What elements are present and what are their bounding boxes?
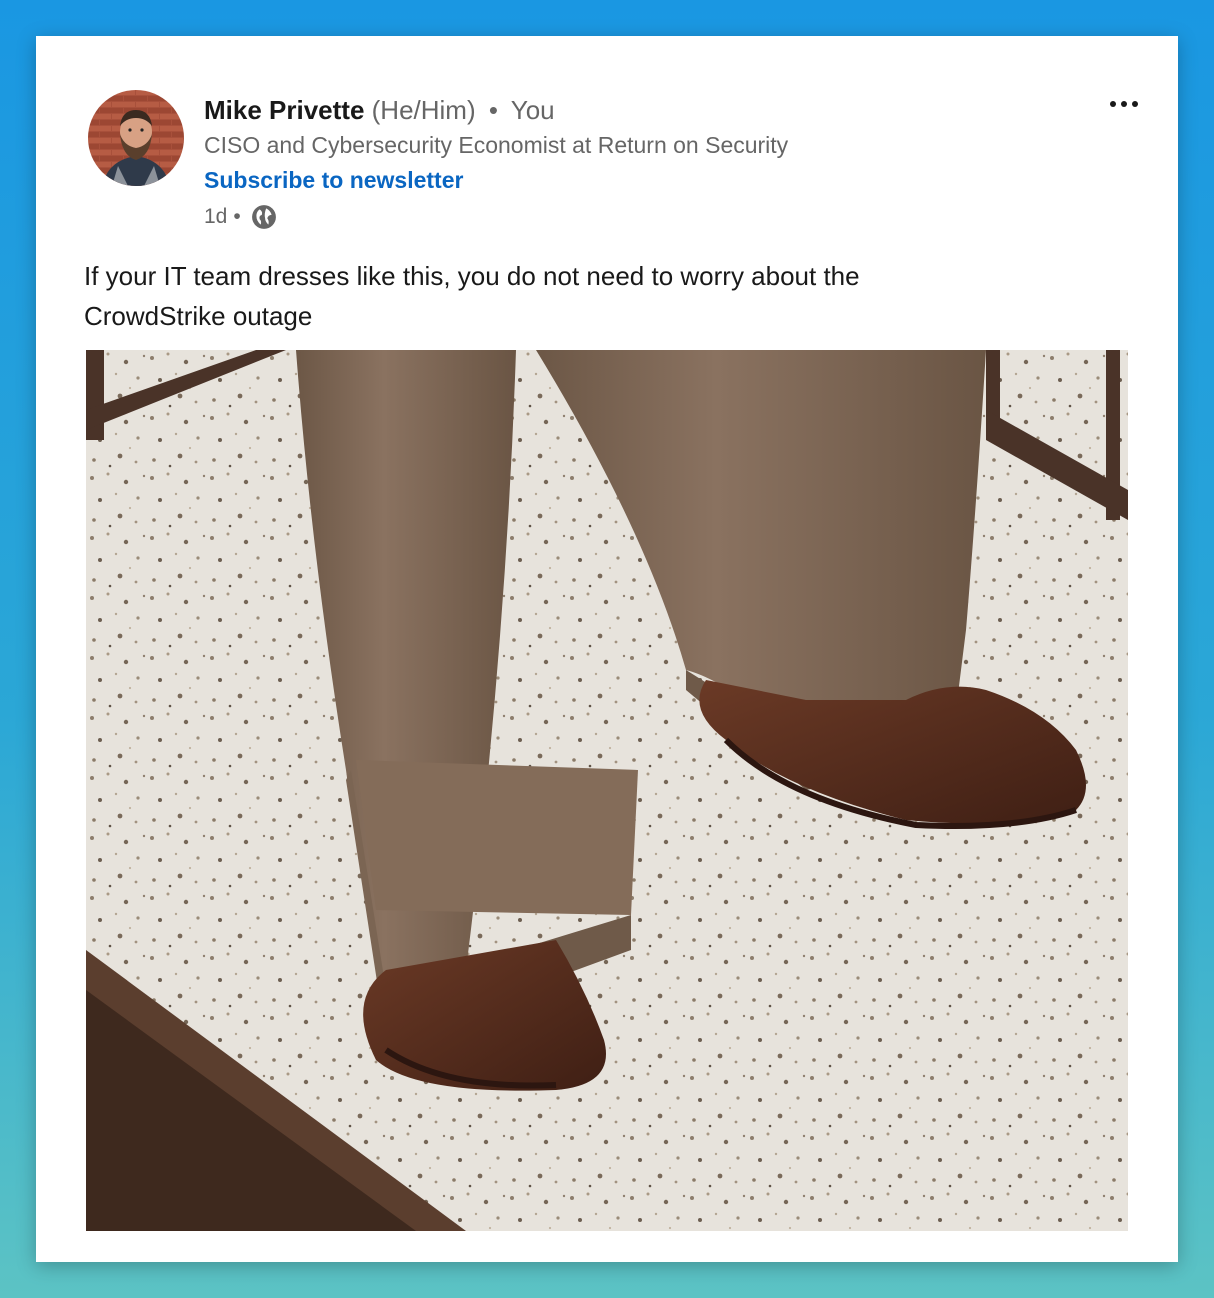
author-name[interactable]: Mike Privette (204, 95, 364, 125)
post-time: 1d (204, 205, 228, 228)
author-headline: CISO and Cybersecurity Economist at Retu… (204, 132, 789, 158)
separator-dot: • (488, 95, 498, 125)
author-avatar[interactable] (88, 90, 184, 186)
post-card: Mike Privette (He/Him) • You CISO and Cy… (36, 36, 1178, 1262)
post-meta: 1d • (204, 204, 277, 230)
more-options-icon[interactable] (1106, 92, 1142, 116)
connection-degree: You (510, 95, 555, 125)
post-text: If your IT team dresses like this, you d… (84, 261, 860, 331)
subscribe-newsletter-link[interactable]: Subscribe to newsletter (204, 167, 463, 194)
separator-dot: • (233, 205, 241, 228)
author-line: Mike Privette (He/Him) • You (204, 94, 555, 126)
post-image[interactable] (86, 350, 1128, 1231)
author-pronouns: (He/Him) (371, 95, 476, 125)
globe-icon (251, 204, 277, 230)
